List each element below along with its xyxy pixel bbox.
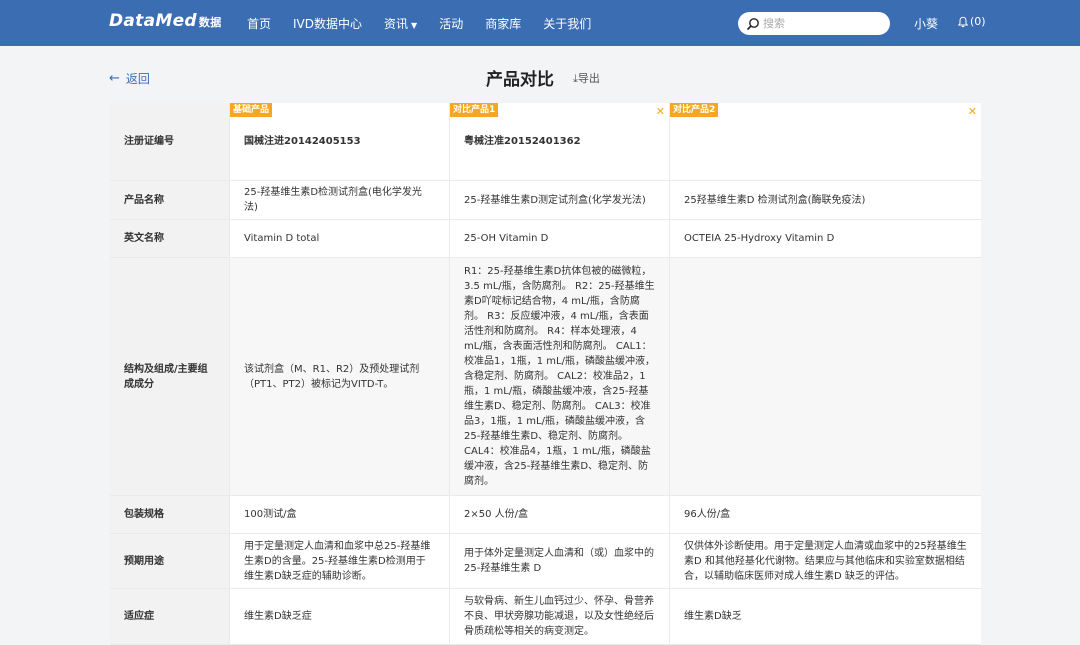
close-icon[interactable]: ✕ [656, 104, 665, 119]
table-cell: 与软骨病、新生儿血钙过少、怀孕、骨营养不良、甲状旁腺功能减退，以及女性绝经后骨质… [450, 589, 670, 644]
table-row: 注册证编号 基础产品 国械注进20142405153 对比产品1 ✕ 粤械注准2… [110, 103, 981, 181]
menu-item-ivd-data[interactable]: IVD数据中心 [293, 15, 362, 32]
table-cell: 维生素D缺乏 [684, 611, 742, 622]
table-cell: 25-羟基维生素D检测试剂盒(电化学发光法) [230, 181, 450, 219]
menu-item-news[interactable]: 资讯 ▼ [384, 15, 417, 32]
table-row: 适应症 维生素D缺乏症 与软骨病、新生儿血钙过少、怀孕、骨营养不良、甲状旁腺功能… [110, 589, 981, 645]
table-cell: OCTEIA 25-Hydroxy Vitamin D [684, 233, 835, 244]
column-tag-base: 基础产品 [230, 103, 273, 117]
table-cell: 仅供体外诊断使用。用于定量测定人血清或血浆中的25羟基维生素D 和其他羟基化代谢… [684, 540, 967, 582]
export-label: 导出 [577, 72, 600, 85]
search-box[interactable] [738, 12, 890, 35]
top-navbar: DataMed 数据 首页 IVD数据中心 资讯▼ 活动 商家库 关于我们 小葵… [0, 0, 1080, 46]
comparison-table: 注册证编号 基础产品 国械注进20142405153 对比产品1 ✕ 粤械注准2… [110, 103, 981, 645]
table-row: 预期用途 用于定量测定人血清和血浆中总25-羟基维生素D的含量。25-羟基维生素… [110, 534, 981, 589]
base-product-cell: 基础产品 国械注进20142405153 [230, 103, 450, 180]
compare-product-1-cell: 对比产品1 ✕ 粤械注准20152401362 [450, 103, 670, 180]
page-title: 产品对比 [486, 70, 554, 90]
table-row: 包装规格 100测试/盒 2×50 人份/盒 96人份/盒 [110, 496, 981, 534]
user-name[interactable]: 小葵 [914, 15, 938, 32]
search-input[interactable] [763, 17, 873, 30]
back-link[interactable]: ← 返回 [109, 70, 150, 87]
row-label: 适应症 [110, 589, 230, 644]
search-icon [746, 17, 759, 30]
column-tag-compare-2: 对比产品2 [670, 103, 719, 117]
back-label: 返回 [125, 72, 150, 86]
chevron-down-icon: ▼ [411, 20, 418, 30]
row-label: 预期用途 [110, 534, 230, 588]
table-cell: 25-OH Vitamin D [450, 220, 670, 257]
arrow-left-icon: ← [109, 71, 120, 86]
table-cell: 96人份/盒 [684, 509, 731, 520]
main-menu: 首页 IVD数据中心 资讯 ▼ 活动 商家库 关于我们 [247, 0, 613, 46]
menu-item-events[interactable]: 活动 [439, 15, 463, 32]
table-row: 结构及组成/主要组成成分 该试剂盒（M、R1、R2）及预处理试剂（PT1、PT2… [110, 258, 981, 496]
compare-product-2-cell: 对比产品2 ✕ [670, 103, 981, 180]
table-cell: Vitamin D total [230, 220, 450, 257]
column-tag-compare-1: 对比产品1 [450, 103, 499, 117]
datamed-logo[interactable]: DataMed 数据 [109, 11, 222, 31]
notification-count: (0) [970, 15, 986, 28]
registration-number: 粤械注准20152401362 [464, 136, 581, 147]
row-label: 英文名称 [110, 220, 230, 257]
menu-item-home[interactable]: 首页 [247, 15, 271, 32]
table-cell [670, 258, 981, 495]
table-row: 英文名称 Vitamin D total 25-OH Vitamin D OCT… [110, 220, 981, 258]
row-label: 注册证编号 [110, 103, 230, 180]
row-label: 包装规格 [110, 496, 230, 533]
registration-number: 国械注进20142405153 [244, 136, 361, 147]
menu-item-merchants[interactable]: 商家库 [485, 15, 521, 32]
table-cell: 2×50 人份/盒 [450, 496, 670, 533]
notifications-button[interactable]: (0) [957, 15, 986, 28]
table-row: 产品名称 25-羟基维生素D检测试剂盒(电化学发光法) 25-羟基维生素D测定试… [110, 181, 981, 220]
close-icon[interactable]: ✕ [968, 104, 977, 119]
table-cell: 25羟基维生素D 检测试剂盒(酶联免疫法) [684, 194, 866, 206]
table-cell: 100测试/盒 [230, 496, 450, 533]
table-cell: R1：25-羟基维生素D抗体包被的磁微粒，3.5 mL/瓶，含防腐剂。 R2：2… [450, 258, 670, 495]
row-label: 结构及组成/主要组成成分 [110, 258, 230, 495]
table-cell: 用于定量测定人血清和血浆中总25-羟基维生素D的含量。25-羟基维生素D检测用于… [230, 534, 450, 588]
menu-item-about[interactable]: 关于我们 [543, 15, 591, 32]
table-cell: 25-羟基维生素D测定试剂盒(化学发光法) [450, 181, 670, 219]
table-cell: 该试剂盒（M、R1、R2）及预处理试剂（PT1、PT2）被标记为VITD-T。 [230, 258, 450, 495]
bell-icon [957, 16, 969, 27]
row-label: 产品名称 [110, 181, 230, 219]
export-button[interactable]: ⤓导出 [573, 70, 600, 86]
logo-cn-text: 数据 [198, 16, 222, 29]
table-cell: 用于体外定量测定人血清和（或）血浆中的 25-羟基维生素 D [450, 534, 670, 588]
logo-text: DataMed [109, 11, 197, 31]
table-cell: 维生素D缺乏症 [230, 589, 450, 644]
